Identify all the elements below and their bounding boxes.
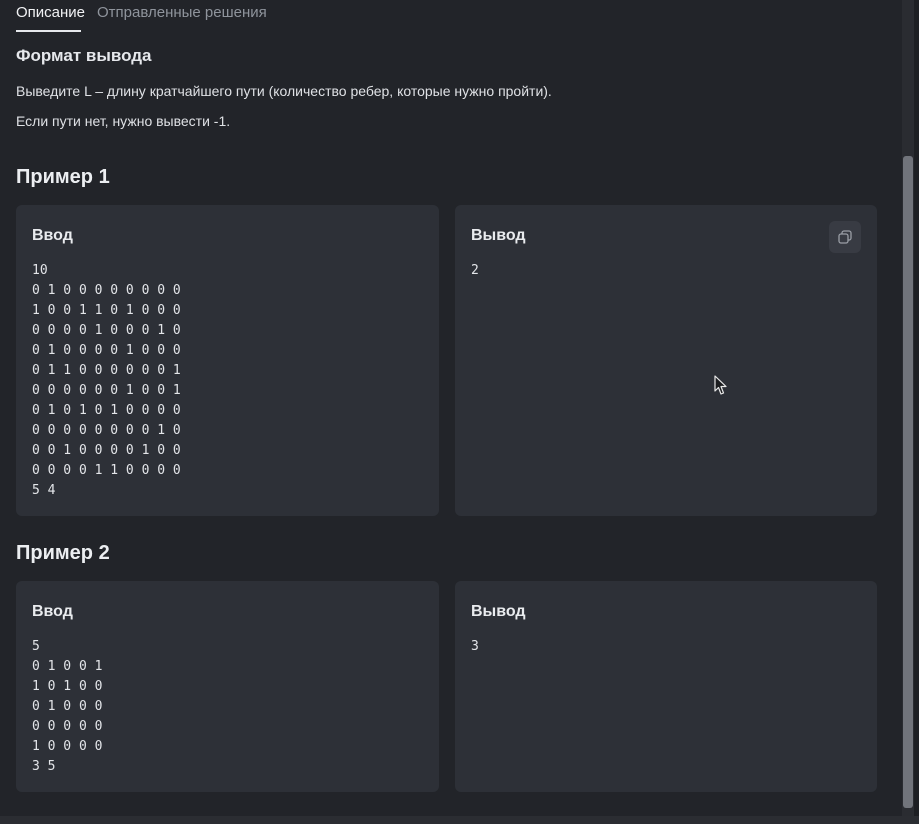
example-2-output-card: Вывод 3 xyxy=(455,581,877,792)
example-1-output-card: Вывод 2 xyxy=(455,205,877,516)
example-1-title: Пример 1 xyxy=(16,166,110,188)
window-edge xyxy=(914,0,919,824)
scrollbar-thumb[interactable] xyxy=(903,156,913,808)
example-2-output-label: Вывод xyxy=(471,603,526,620)
output-format-heading: Формат вывода xyxy=(16,46,152,65)
bottom-bar xyxy=(0,816,919,824)
example-2-input-card: Ввод 5 0 1 0 0 1 1 0 1 0 0 0 1 0 0 0 0 0… xyxy=(16,581,439,792)
example-1-input-label: Ввод xyxy=(32,227,73,244)
output-format-line-1: Выведите L – длину кратчайшего пути (кол… xyxy=(16,83,552,99)
tab-bar: Описание Отправленные решения xyxy=(0,0,900,34)
copy-icon xyxy=(838,230,852,244)
output-format-line-2: Если пути нет, нужно вывести -1. xyxy=(16,113,231,129)
mouse-cursor-icon xyxy=(714,375,727,395)
problem-content: Формат вывода Выведите L – длину кратчай… xyxy=(0,34,900,824)
example-1-input-text[interactable]: 10 0 1 0 0 0 0 0 0 0 0 1 0 0 1 1 0 1 0 0… xyxy=(32,261,181,501)
example-2-input-label: Ввод xyxy=(32,603,73,620)
example-2-output-text[interactable]: 3 xyxy=(471,637,479,657)
tab-submissions[interactable]: Отправленные решения xyxy=(97,4,267,22)
example-1-input-card: Ввод 10 0 1 0 0 0 0 0 0 0 0 1 0 0 1 1 0 … xyxy=(16,205,439,516)
active-tab-indicator xyxy=(16,30,81,32)
example-2-title: Пример 2 xyxy=(16,542,110,564)
example-2-input-text[interactable]: 5 0 1 0 0 1 1 0 1 0 0 0 1 0 0 0 0 0 0 0 … xyxy=(32,637,102,777)
example-1-output-text[interactable]: 2 xyxy=(471,261,479,281)
example-1-output-label: Вывод xyxy=(471,227,526,244)
copy-button[interactable] xyxy=(829,221,861,253)
tab-description[interactable]: Описание xyxy=(16,4,85,22)
